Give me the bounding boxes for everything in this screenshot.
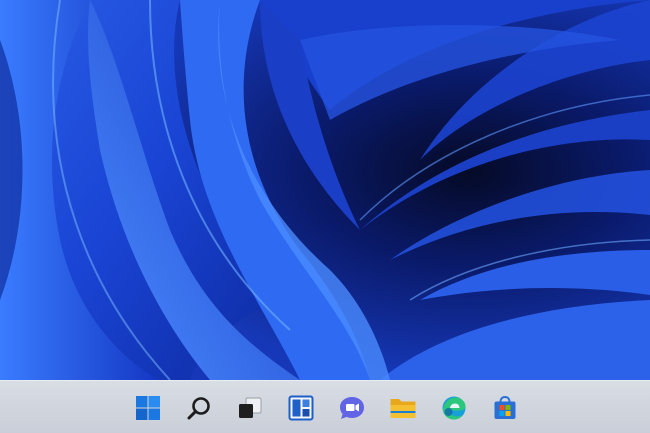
desktop-wallpaper [0, 0, 650, 380]
desktop[interactable] [0, 0, 650, 380]
task-view-icon [238, 397, 261, 418]
search-icon [187, 397, 210, 420]
microsoft-store-icon [494, 395, 515, 419]
windows-start-icon [135, 396, 160, 420]
start-button[interactable] [132, 393, 163, 423]
edge-browser-icon [442, 396, 465, 420]
widgets-button[interactable] [285, 393, 316, 423]
task-view-button[interactable] [234, 393, 265, 423]
taskbar [0, 380, 650, 433]
widgets-icon [288, 395, 313, 421]
search-button[interactable] [183, 393, 214, 423]
taskbar-icons [132, 393, 520, 423]
edge-button[interactable] [438, 393, 469, 423]
store-button[interactable] [489, 393, 520, 423]
file-explorer-button[interactable] [387, 393, 418, 423]
teams-chat-icon [339, 397, 364, 419]
chat-button[interactable] [336, 393, 367, 423]
file-explorer-icon [390, 399, 415, 418]
